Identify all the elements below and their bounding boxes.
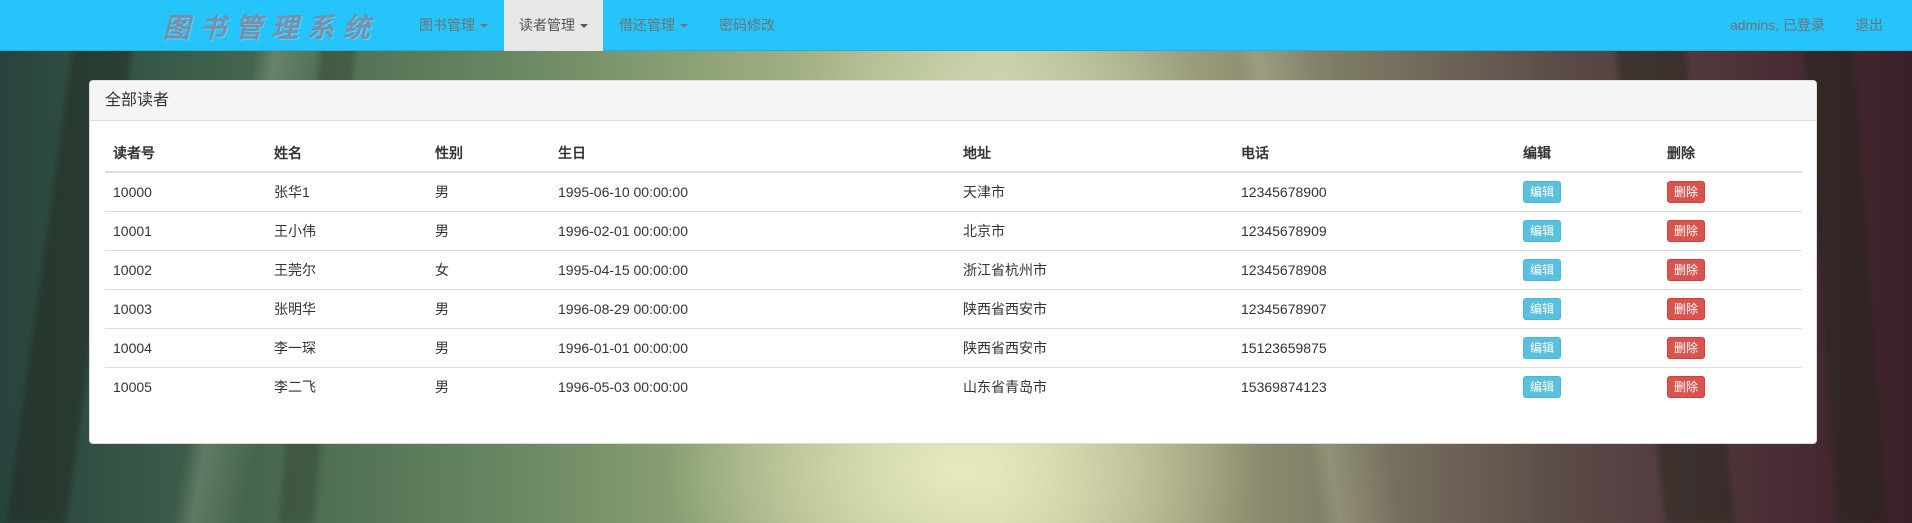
cell-name: 李一琛 — [266, 328, 427, 368]
cell-sex: 女 — [427, 250, 550, 290]
cell-reader-id: 10002 — [105, 250, 266, 290]
nav-book-management-label: 图书管理 — [419, 17, 475, 33]
nav-borrow-return-label: 借还管理 — [619, 17, 675, 33]
cell-name: 张华1 — [266, 172, 427, 212]
nav-reader-management[interactable]: 读者管理 — [504, 0, 603, 51]
delete-button[interactable]: 删除 — [1667, 181, 1706, 203]
table-row: 10004 李一琛 男 1996-01-01 00:00:00 陕西省西安市 1… — [105, 328, 1802, 368]
nav-logout[interactable]: 退出 — [1840, 0, 1898, 51]
cell-delete: 删除 — [1659, 289, 1802, 329]
cell-phone: 12345678907 — [1233, 289, 1515, 329]
cell-delete: 删除 — [1659, 172, 1802, 212]
cell-name: 王莞尔 — [266, 250, 427, 290]
cell-address: 陕西省西安市 — [955, 328, 1233, 368]
cell-reader-id: 10003 — [105, 289, 266, 329]
cell-name: 张明华 — [266, 289, 427, 329]
table-header-row: 读者号 姓名 性别 生日 地址 电话 编辑 删除 — [105, 134, 1802, 173]
cell-edit: 编辑 — [1515, 328, 1659, 368]
cell-reader-id: 10000 — [105, 172, 266, 212]
header-phone[interactable]: 电话 — [1233, 134, 1515, 173]
cell-phone: 12345678909 — [1233, 211, 1515, 251]
cell-birthday: 1996-02-01 00:00:00 — [550, 211, 955, 251]
caret-down-icon — [580, 24, 588, 29]
cell-edit: 编辑 — [1515, 172, 1659, 212]
panel-title: 全部读者 — [90, 81, 1816, 121]
cell-birthday: 1996-01-01 00:00:00 — [550, 328, 955, 368]
cell-delete: 删除 — [1659, 328, 1802, 368]
header-delete: 删除 — [1659, 134, 1802, 173]
table-row: 10001 王小伟 男 1996-02-01 00:00:00 北京市 1234… — [105, 211, 1802, 251]
cell-edit: 编辑 — [1515, 211, 1659, 251]
brand-logo[interactable]: 图书管理系统 — [163, 6, 379, 45]
cell-address: 北京市 — [955, 211, 1233, 251]
cell-birthday: 1996-08-29 00:00:00 — [550, 289, 955, 329]
readers-table: 读者号 姓名 性别 生日 地址 电话 编辑 删除 10000 张华1 男 199… — [105, 134, 1802, 406]
cell-phone: 12345678908 — [1233, 250, 1515, 290]
edit-button[interactable]: 编辑 — [1523, 220, 1562, 242]
table-row: 10005 李二飞 男 1996-05-03 00:00:00 山东省青岛市 1… — [105, 368, 1802, 407]
header-name[interactable]: 姓名 — [266, 134, 427, 173]
header-sex[interactable]: 性别 — [427, 134, 550, 173]
top-navbar: 图书管理系统 图书管理 读者管理 借还管理 密码修改 admins, 已登录 退… — [0, 0, 1912, 51]
delete-button[interactable]: 删除 — [1667, 337, 1706, 359]
edit-button[interactable]: 编辑 — [1523, 259, 1562, 281]
cell-edit: 编辑 — [1515, 368, 1659, 407]
nav-user-status[interactable]: admins, 已登录 — [1715, 0, 1840, 51]
header-address[interactable]: 地址 — [955, 134, 1233, 173]
cell-phone: 12345678900 — [1233, 172, 1515, 212]
all-readers-panel: 全部读者 读者号 姓名 性别 生日 地址 电话 编辑 删除 10000 张华1 … — [89, 80, 1817, 444]
delete-button[interactable]: 删除 — [1667, 220, 1706, 242]
cell-address: 山东省青岛市 — [963, 379, 1047, 395]
cell-sex: 男 — [435, 379, 449, 395]
cell-reader-id: 10001 — [105, 211, 266, 251]
edit-button[interactable]: 编辑 — [1523, 298, 1562, 320]
header-birthday[interactable]: 生日 — [550, 134, 955, 173]
cell-sex: 男 — [427, 328, 550, 368]
cell-address: 浙江省杭州市 — [955, 250, 1233, 290]
cell-edit: 编辑 — [1515, 289, 1659, 329]
cell-sex: 男 — [427, 211, 550, 251]
nav-book-management[interactable]: 图书管理 — [404, 0, 503, 51]
caret-down-icon — [480, 24, 488, 29]
cell-delete: 删除 — [1659, 250, 1802, 290]
caret-down-icon — [680, 24, 688, 29]
cell-sex: 男 — [427, 289, 550, 329]
cell-name: 王小伟 — [266, 211, 427, 251]
cell-phone: 15369874123 — [1241, 379, 1327, 395]
delete-button[interactable]: 删除 — [1667, 259, 1706, 281]
cell-delete: 删除 — [1659, 368, 1802, 407]
edit-button[interactable]: 编辑 — [1523, 337, 1562, 359]
nav-reader-management-label: 读者管理 — [519, 17, 575, 33]
cell-birthday: 1995-06-10 00:00:00 — [550, 172, 955, 212]
user-status-label: admins, 已登录 — [1730, 17, 1825, 33]
edit-button[interactable]: 编辑 — [1523, 376, 1562, 398]
delete-button[interactable]: 删除 — [1667, 376, 1706, 398]
edit-button[interactable]: 编辑 — [1523, 181, 1562, 203]
header-reader-id[interactable]: 读者号 — [105, 134, 266, 173]
cell-birthday: 1996-05-03 00:00:00 — [558, 379, 688, 395]
nav-borrow-return[interactable]: 借还管理 — [604, 0, 703, 51]
cell-edit: 编辑 — [1515, 250, 1659, 290]
cell-reader-id: 10004 — [105, 328, 266, 368]
cell-sex: 男 — [427, 172, 550, 212]
header-edit: 编辑 — [1515, 134, 1659, 173]
cell-name: 李二飞 — [274, 379, 316, 395]
delete-button[interactable]: 删除 — [1667, 298, 1706, 320]
cell-birthday: 1995-04-15 00:00:00 — [550, 250, 955, 290]
logout-label: 退出 — [1855, 17, 1883, 33]
cell-reader-id: 10005 — [113, 379, 152, 395]
cell-address: 陕西省西安市 — [955, 289, 1233, 329]
table-row: 10000 张华1 男 1995-06-10 00:00:00 天津市 1234… — [105, 172, 1802, 212]
cell-phone: 15123659875 — [1233, 328, 1515, 368]
cell-address: 天津市 — [955, 172, 1233, 212]
table-row: 10002 王莞尔 女 1995-04-15 00:00:00 浙江省杭州市 1… — [105, 250, 1802, 290]
nav-password-change[interactable]: 密码修改 — [704, 0, 790, 51]
cell-delete: 删除 — [1659, 211, 1802, 251]
nav-password-change-label: 密码修改 — [719, 17, 775, 33]
table-row: 10003 张明华 男 1996-08-29 00:00:00 陕西省西安市 1… — [105, 289, 1802, 329]
